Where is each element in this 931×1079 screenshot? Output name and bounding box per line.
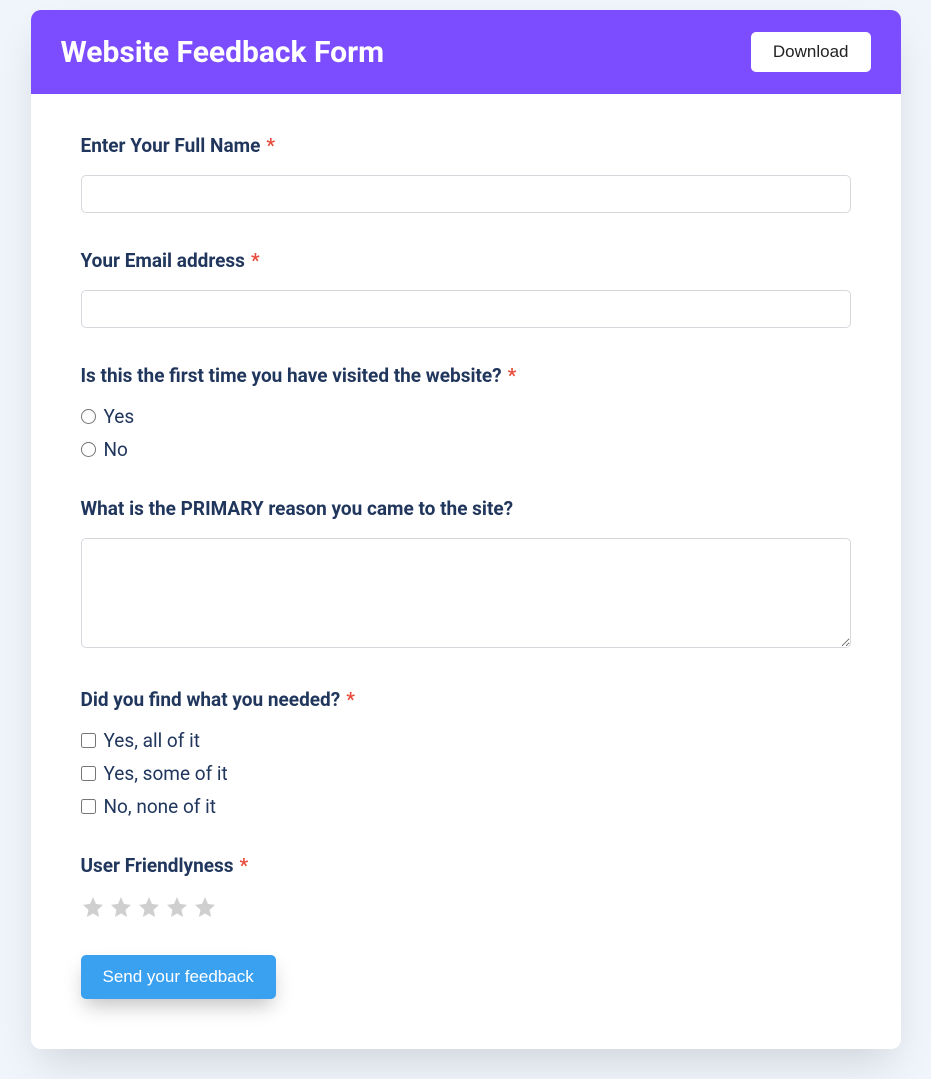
- field-primary-reason: What is the PRIMARY reason you came to t…: [81, 497, 851, 652]
- found-needed-label-text: Did you find what you needed?: [81, 688, 341, 711]
- field-found-needed: Did you find what you needed?* Yes, all …: [81, 688, 851, 818]
- radio-no[interactable]: [81, 442, 96, 457]
- field-friendliness: User Friendlyness *: [81, 854, 851, 919]
- primary-reason-label-text: What is the PRIMARY reason you came to t…: [81, 497, 514, 520]
- checkbox-some-label: Yes, some of it: [104, 762, 228, 785]
- primary-reason-textarea[interactable]: [81, 538, 851, 648]
- email-input[interactable]: [81, 290, 851, 328]
- required-asterisk: *: [508, 364, 517, 387]
- radio-yes[interactable]: [81, 409, 96, 424]
- found-option-all[interactable]: Yes, all of it: [81, 729, 851, 752]
- checkbox-all-label: Yes, all of it: [104, 729, 200, 752]
- star-rating: [81, 895, 851, 919]
- download-button[interactable]: Download: [751, 32, 871, 72]
- checkbox-none-label: No, none of it: [104, 795, 216, 818]
- required-asterisk: *: [251, 249, 260, 272]
- form-body: Enter Your Full Name* Your Email address…: [31, 94, 901, 1049]
- full-name-label: Enter Your Full Name*: [81, 134, 851, 157]
- friendliness-label: User Friendlyness *: [81, 854, 851, 877]
- friendliness-label-text: User Friendlyness: [81, 854, 234, 877]
- found-needed-label: Did you find what you needed?*: [81, 688, 851, 711]
- email-label: Your Email address *: [81, 249, 851, 272]
- star-icon[interactable]: [81, 895, 105, 919]
- star-icon[interactable]: [137, 895, 161, 919]
- first-time-option-yes[interactable]: Yes: [81, 405, 851, 428]
- found-option-some[interactable]: Yes, some of it: [81, 762, 851, 785]
- full-name-input[interactable]: [81, 175, 851, 213]
- primary-reason-label: What is the PRIMARY reason you came to t…: [81, 497, 851, 520]
- checkbox-all[interactable]: [81, 733, 96, 748]
- submit-button[interactable]: Send your feedback: [81, 955, 276, 999]
- checkbox-some[interactable]: [81, 766, 96, 781]
- form-header: Website Feedback Form Download: [31, 10, 901, 94]
- required-asterisk: *: [346, 688, 355, 711]
- radio-yes-label: Yes: [104, 405, 135, 428]
- star-icon[interactable]: [193, 895, 217, 919]
- first-time-label-text: Is this the first time you have visited …: [81, 364, 502, 387]
- found-option-none[interactable]: No, none of it: [81, 795, 851, 818]
- required-asterisk: *: [266, 134, 275, 157]
- star-icon[interactable]: [109, 895, 133, 919]
- checkbox-none[interactable]: [81, 799, 96, 814]
- required-asterisk: *: [240, 854, 249, 877]
- radio-no-label: No: [104, 438, 128, 461]
- form-title: Website Feedback Form: [61, 35, 385, 70]
- field-full-name: Enter Your Full Name*: [81, 134, 851, 213]
- form-container: Website Feedback Form Download Enter You…: [31, 10, 901, 1049]
- field-first-time: Is this the first time you have visited …: [81, 364, 851, 461]
- star-icon[interactable]: [165, 895, 189, 919]
- full-name-label-text: Enter Your Full Name: [81, 134, 261, 157]
- field-email: Your Email address *: [81, 249, 851, 328]
- email-label-text: Your Email address: [81, 249, 245, 272]
- first-time-label: Is this the first time you have visited …: [81, 364, 851, 387]
- first-time-option-no[interactable]: No: [81, 438, 851, 461]
